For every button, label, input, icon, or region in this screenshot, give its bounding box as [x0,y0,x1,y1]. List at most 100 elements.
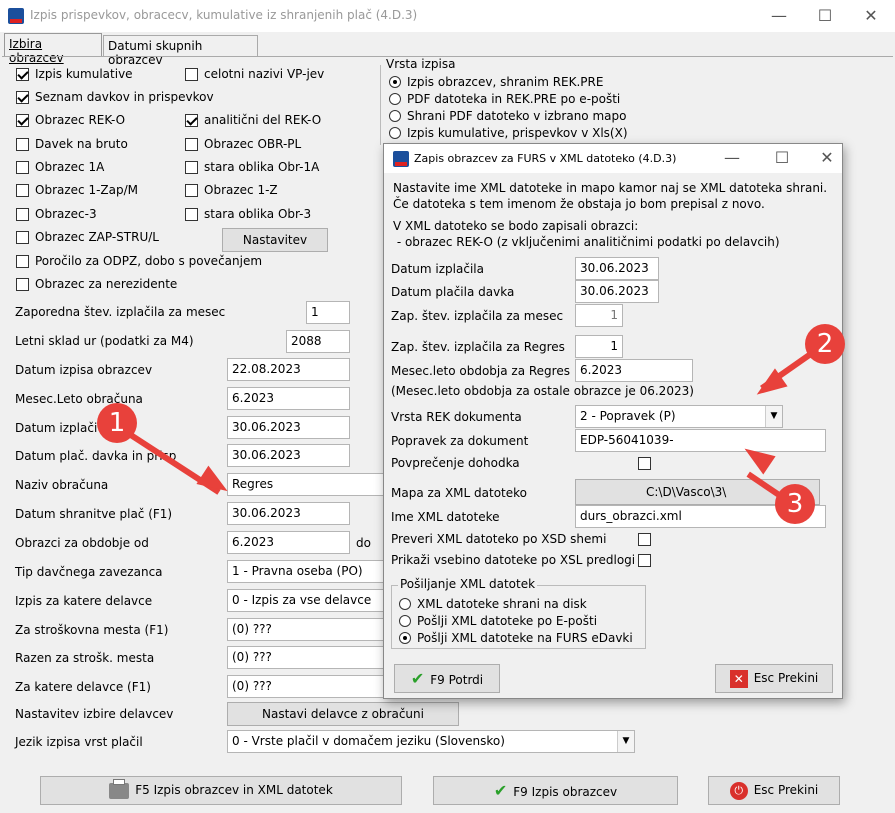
radio[interactable] [399,632,411,644]
radio-izpis-obrazcev[interactable]: Izpis obrazcev, shranim REK.PRE [389,73,603,91]
checkbox[interactable] [185,113,198,127]
check-davek-na-bruto[interactable]: Davek na bruto [16,135,128,153]
d-radio-furs-edavki[interactable]: Pošlji XML datoteke na FURS eDavki [399,629,633,647]
d-preveri-check[interactable] [638,530,657,548]
radio[interactable] [399,615,411,627]
checkbox[interactable] [16,160,29,174]
d-popravek-field[interactable]: EDP-56041039- [575,429,826,452]
nastavitev-button[interactable]: Nastavitev [222,228,328,252]
close-button[interactable]: ✕ [857,5,885,27]
d-popravek-label: Popravek za dokument [391,434,529,448]
check-obr-pl[interactable]: Obrazec OBR-PL [185,135,301,153]
check-stara-obr-1a[interactable]: stara oblika Obr-1A [185,158,319,176]
dialog-intro-3: V XML datoteko se bodo zapisali obrazci: [393,219,639,233]
check-stara-obr-3[interactable]: stara oblika Obr-3 [185,205,311,223]
check-zap-stru-l[interactable]: Obrazec ZAP-STRU/L [16,228,159,246]
checkbox[interactable] [185,160,198,174]
dialog-title: Zapis obrazcev za FURS v XML datoteko (4… [414,152,677,165]
d-vrsta-rek-select[interactable]: 2 - Popravek (P) ▼ [575,405,783,428]
d-radio-shrani-disk[interactable]: XML datoteke shrani na disk [399,595,587,613]
check-obrazec-1a[interactable]: Obrazec 1A [16,158,104,176]
minimize-button[interactable]: — [765,5,793,27]
checkbox[interactable] [16,230,29,244]
check-obrazec-rek-o[interactable]: Obrazec REK-O [16,111,125,129]
check-obrazec-3[interactable]: Obrazec-3 [16,205,97,223]
datum-shranitve-field[interactable]: 30.06.2023 [227,502,350,525]
dialog-intro-1: Nastavite ime XML datoteke in mapo kamor… [393,181,828,195]
radio[interactable] [389,76,401,88]
d-mesec-leto-field[interactable]: 6.2023 [575,359,693,382]
datum-izplacila-field[interactable]: 30.06.2023 [227,416,350,439]
d-vrsta-rek-label: Vrsta REK dokumenta [391,410,522,424]
tab-izbira-obrazcev[interactable]: Izbira obrazcev [4,33,102,65]
strosk-field[interactable]: (0) ??? [227,618,387,641]
checkbox[interactable] [16,137,29,151]
checkbox[interactable] [16,183,29,197]
checkbox[interactable] [16,67,29,81]
radio-shrani-pdf[interactable]: Shrani PDF datoteko v izbrano mapo [389,107,626,125]
d-datum-izplacila-field[interactable]: 30.06.2023 [575,257,659,280]
radio-pdf-e-posta[interactable]: PDF datoteka in REK.PRE po e-pošti [389,90,620,108]
esc-prekini-button[interactable]: ⏻ Esc Prekini [708,776,840,805]
checkbox[interactable] [185,137,198,151]
check-celotni-nazivi[interactable]: celotni nazivi VP-jev [185,65,324,83]
check-icon: ✔ [493,781,508,800]
checkbox[interactable] [185,67,198,81]
check-obrazec-1-zap-m[interactable]: Obrazec 1-Zap/M [16,181,138,199]
letni-sklad-field[interactable]: 2088 [286,330,350,353]
check-izpis-kumulative[interactable]: Izpis kumulative [16,65,133,83]
d-datum-placila-field[interactable]: 30.06.2023 [575,280,659,303]
zap-stev-field[interactable]: 1 [306,301,350,324]
katere-field[interactable]: (0) ??? [227,675,387,698]
check-porocilo-odpz[interactable]: Poročilo za ODPZ, dobo s povečanjem [16,252,262,270]
chevron-down-icon[interactable]: ▼ [765,406,782,427]
radio[interactable] [389,127,401,139]
d-potrdi-button[interactable]: ✔ F9 Potrdi [394,664,500,693]
datum-izpisa-field[interactable]: 22.08.2023 [227,358,350,381]
d-prekini-button[interactable]: ✕ Esc Prekini [715,664,833,693]
checkbox[interactable] [16,254,29,268]
obdobje-od-field[interactable]: 6.2023 [227,531,350,554]
checkbox[interactable] [16,207,29,221]
maximize-button[interactable]: ☐ [811,5,839,27]
tab-datumi-skupnih[interactable]: Datumi skupnih obrazcev [103,35,258,67]
checkbox[interactable] [16,90,29,104]
mesec-leto-field[interactable]: 6.2023 [227,387,350,410]
radio[interactable] [399,598,411,610]
checkbox[interactable] [185,183,198,197]
jezik-select[interactable]: 0 - Vrste plačil v domačem jeziku (Slove… [227,730,635,753]
check-analiticni-del[interactable]: analitični del REK-O [185,111,321,129]
tip-field[interactable]: 1 - Pravna oseba (PO) [227,560,387,583]
izpis-delavce-field[interactable]: 0 - Izpis za vse delavce [227,589,387,612]
f9-izpis-button[interactable]: ✔ F9 Izpis obrazcev [433,776,678,805]
chevron-down-icon[interactable]: ▼ [617,731,634,752]
window-title: Izpis prispevkov, obracecv, kumulative i… [30,8,418,22]
dialog-maximize-button[interactable]: ☐ [768,147,796,169]
radio[interactable] [389,93,401,105]
check-obrazec-1-z[interactable]: Obrazec 1-Z [185,181,278,199]
check-nerezidente[interactable]: Obrazec za nerezidente [16,275,177,293]
checkbox[interactable] [16,277,29,291]
check-seznam-davkov[interactable]: Seznam davkov in prispevkov [16,88,214,106]
f5-izpis-xml-button[interactable]: F5 Izpis obrazcev in XML datotek [40,776,402,805]
nastavi-delavce-button[interactable]: Nastavi delavce z obračuni [227,702,459,726]
d-povprecenje-check[interactable] [638,454,657,472]
d-zap-regres-field[interactable]: 1 [575,335,623,358]
checkbox[interactable] [638,456,651,470]
radio[interactable] [389,110,401,122]
d-prikazi-check[interactable] [638,551,657,569]
checkbox[interactable] [185,207,198,221]
izpis-delavce-label: Izpis za katere delavce [15,594,153,608]
razen-field[interactable]: (0) ??? [227,646,387,669]
checkbox[interactable] [16,113,29,127]
checkbox[interactable] [638,532,651,546]
checkbox[interactable] [638,553,651,567]
dialog-close-button[interactable]: ✕ [813,147,841,169]
datum-plac-davka-field[interactable]: 30.06.2023 [227,444,350,467]
annotation-badge-1: 1 [97,403,137,443]
power-off-icon: ⏻ [729,781,748,800]
radio-izpis-kumulative-xls[interactable]: Izpis kumulative, prispevkov v Xls(X) [389,124,628,142]
dialog-minimize-button[interactable]: — [718,147,746,169]
d-radio-e-posta[interactable]: Pošlji XML datoteke po E-pošti [399,612,597,630]
naziv-field[interactable]: Regres [227,473,387,496]
